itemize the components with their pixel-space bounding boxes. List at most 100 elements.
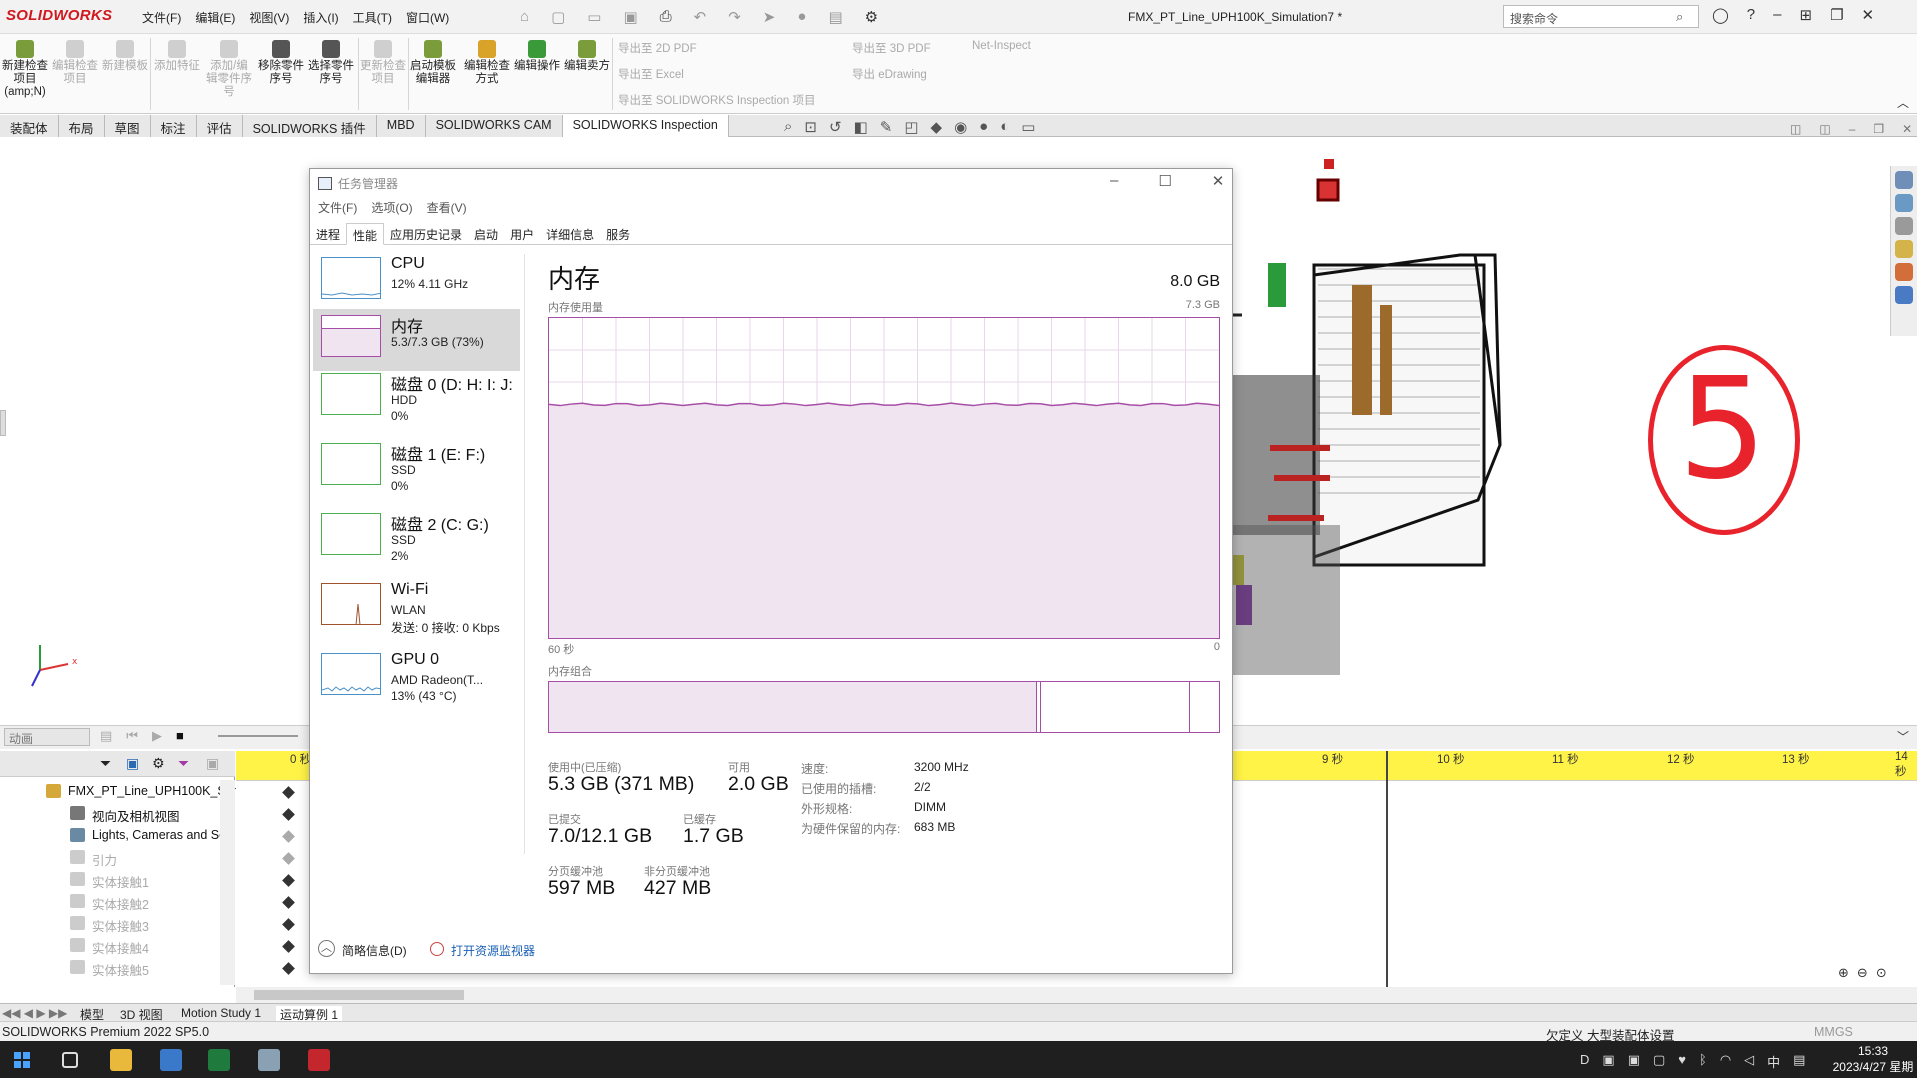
tab-motion-study-1[interactable]: Motion Study 1	[181, 1006, 261, 1020]
tree-node-orientation[interactable]: 视向及相机视图	[92, 806, 180, 825]
select-cursor-icon[interactable]: ➤	[763, 8, 776, 26]
tab-processes[interactable]: 进程	[310, 223, 346, 244]
viewport-restore-icon[interactable]: ❐	[1873, 122, 1884, 136]
open-resource-monitor-link[interactable]: 打开资源监视器	[451, 942, 535, 959]
viewport-close-icon[interactable]: ✕	[1902, 122, 1912, 136]
sidebar-collapse-handle[interactable]	[0, 410, 6, 436]
launch-template-editor-button[interactable]: 启动模板编辑器	[410, 40, 456, 86]
sidebar-item-wifi[interactable]: Wi-Fi WLAN 发送: 0 接收: 0 Kbps	[313, 577, 520, 639]
zoom-area-icon[interactable]: ⊡	[804, 118, 817, 136]
play-icon[interactable]: ▶	[152, 728, 162, 744]
pane-split-left-icon[interactable]: ◫	[1790, 122, 1801, 136]
menu-view[interactable]: 视图(V)	[249, 9, 289, 26]
tab-performance[interactable]: 性能	[346, 223, 385, 245]
input-method-icon[interactable]: ▤	[1793, 1052, 1805, 1071]
tree-node-gravity[interactable]: 引力	[92, 850, 117, 869]
menu-view[interactable]: 查看(V)	[427, 199, 467, 216]
edit-appearance-icon[interactable]: ●	[979, 118, 988, 136]
undo-icon[interactable]: ↶	[694, 8, 707, 26]
menu-file[interactable]: 文件(F)	[142, 9, 181, 26]
filter-driving-icon[interactable]: ⚙	[152, 755, 165, 772]
add-edit-balloon-button[interactable]: 添加/编辑零件序号	[206, 40, 252, 99]
update-inspection-button[interactable]: 更新检查项目	[360, 40, 406, 86]
export-2d-pdf[interactable]: 导出至 2D PDF	[618, 40, 697, 56]
collapse-ribbon-icon[interactable]: ︿	[1897, 94, 1909, 111]
tree-node-contact-5[interactable]: 实体接触5	[92, 960, 149, 979]
design-library-icon[interactable]	[1895, 194, 1913, 212]
solidworks-resources-icon[interactable]	[1895, 171, 1913, 189]
filter-animated-icon[interactable]: ▣	[126, 755, 139, 772]
tile-icon[interactable]: ⊞	[1799, 6, 1812, 24]
tab-layout[interactable]: 布局	[58, 115, 105, 137]
tray-app-icon[interactable]: ▣	[1602, 1052, 1614, 1071]
tab-assembly[interactable]: 装配体	[0, 115, 59, 137]
tray-app-icon[interactable]: ▢	[1653, 1052, 1665, 1071]
appearances-icon[interactable]	[1895, 263, 1913, 281]
tray-app-icon[interactable]: ▣	[1628, 1052, 1640, 1071]
tree-scrollbar[interactable]	[220, 780, 235, 985]
windows-start-icon[interactable]	[14, 1052, 30, 1068]
timeline-horizontal-scrollbar[interactable]	[236, 987, 1917, 1003]
menu-tools[interactable]: 工具(T)	[353, 9, 392, 26]
sidebar-item-disk-1[interactable]: 磁盘 1 (E: F:) SSD 0%	[313, 437, 520, 499]
status-units[interactable]: MMGS	[1814, 1025, 1853, 1039]
tab-markup[interactable]: 标注	[150, 115, 197, 137]
sidebar-item-gpu[interactable]: GPU 0 AMD Radeon(T... 13% (43 °C)	[313, 647, 520, 709]
zoom-to-fit-icon[interactable]: ⌕	[784, 118, 792, 136]
minimize-icon[interactable]: –	[1110, 172, 1118, 190]
edit-operation-button[interactable]: 编辑操作	[514, 40, 560, 73]
tray-app-icon[interactable]: ♥	[1678, 1052, 1686, 1071]
remove-balloon-button[interactable]: 移除零件序号	[258, 40, 304, 86]
restore-icon[interactable]: ❐	[1830, 6, 1843, 24]
export-edrawing[interactable]: 导出 eDrawing	[852, 66, 927, 82]
hide-show-items-icon[interactable]: ◉	[954, 118, 967, 136]
collapse-motion-icon[interactable]: ﹀	[1897, 728, 1909, 745]
help-icon[interactable]: ?	[1747, 6, 1755, 24]
new-template-button[interactable]: 新建模板	[102, 40, 148, 73]
filter-selected-icon[interactable]: ⏷	[178, 755, 189, 772]
home-icon[interactable]: ⌂	[520, 8, 529, 26]
export-excel[interactable]: 导出至 Excel	[618, 66, 684, 82]
tab-app-history[interactable]: 应用历史记录	[384, 223, 468, 244]
tab-mbd[interactable]: MBD	[376, 115, 426, 137]
tab-cam[interactable]: SOLIDWORKS CAM	[425, 115, 563, 137]
tab-addins[interactable]: SOLIDWORKS 插件	[242, 115, 377, 137]
select-balloon-button[interactable]: 选择零件序号	[308, 40, 354, 86]
view-orientation-icon[interactable]: ◰	[904, 118, 918, 136]
file-explorer-taskbar-icon[interactable]	[110, 1049, 132, 1071]
pane-split-right-icon[interactable]: ◫	[1819, 122, 1830, 136]
view-settings-icon[interactable]: ▭	[1021, 118, 1035, 136]
edit-vendor-button[interactable]: 编辑卖方	[564, 40, 610, 73]
close-icon[interactable]: ✕	[1212, 172, 1225, 190]
bluetooth-icon[interactable]: ᛒ	[1699, 1052, 1707, 1071]
task-view-icon[interactable]	[62, 1052, 78, 1068]
tab-startup[interactable]: 启动	[468, 223, 504, 244]
menu-options[interactable]: 选项(O)	[371, 199, 412, 216]
file-properties-icon[interactable]: ▤	[828, 8, 842, 26]
close-icon[interactable]: ✕	[1862, 6, 1875, 24]
study-type-select[interactable]: 动画	[4, 728, 90, 746]
menu-insert[interactable]: 插入(I)	[303, 9, 338, 26]
view-palette-icon[interactable]	[1895, 240, 1913, 258]
tray-d-icon[interactable]: D	[1580, 1052, 1589, 1071]
tree-node-contact-1[interactable]: 实体接触1	[92, 872, 149, 891]
add-feature-button[interactable]: 添加特征	[154, 40, 200, 73]
tree-node-contact-2[interactable]: 实体接触2	[92, 894, 149, 913]
zoom-fit-timeline-icon[interactable]: ⊙	[1876, 965, 1887, 981]
menu-edit[interactable]: 编辑(E)	[195, 9, 235, 26]
timebar[interactable]	[1386, 751, 1388, 987]
calculate-icon[interactable]: ▤	[100, 728, 112, 744]
export-inspection-project[interactable]: 导出至 SOLIDWORKS Inspection 项目	[618, 92, 815, 108]
wifi-icon[interactable]: ◠	[1720, 1052, 1731, 1071]
stop-icon[interactable]: ■	[176, 728, 184, 744]
tab-nav-arrows-icon[interactable]: ◀◀ ◀ ▶ ▶▶	[2, 1006, 67, 1020]
tab-users[interactable]: 用户	[504, 223, 540, 244]
section-view-icon[interactable]: ◧	[854, 118, 868, 136]
zoom-out-timeline-icon[interactable]: ⊖	[1857, 965, 1868, 981]
filter-results-icon[interactable]: ▣	[206, 755, 219, 772]
tab-inspection[interactable]: SOLIDWORKS Inspection	[562, 115, 729, 137]
zoom-in-timeline-icon[interactable]: ⊕	[1838, 965, 1849, 981]
new-inspection-project-button[interactable]: 新建检查项目 (amp;N)	[2, 40, 48, 99]
edit-inspection-method-button[interactable]: 编辑检查方式	[464, 40, 510, 86]
user-account-icon[interactable]: ◯	[1712, 6, 1729, 24]
